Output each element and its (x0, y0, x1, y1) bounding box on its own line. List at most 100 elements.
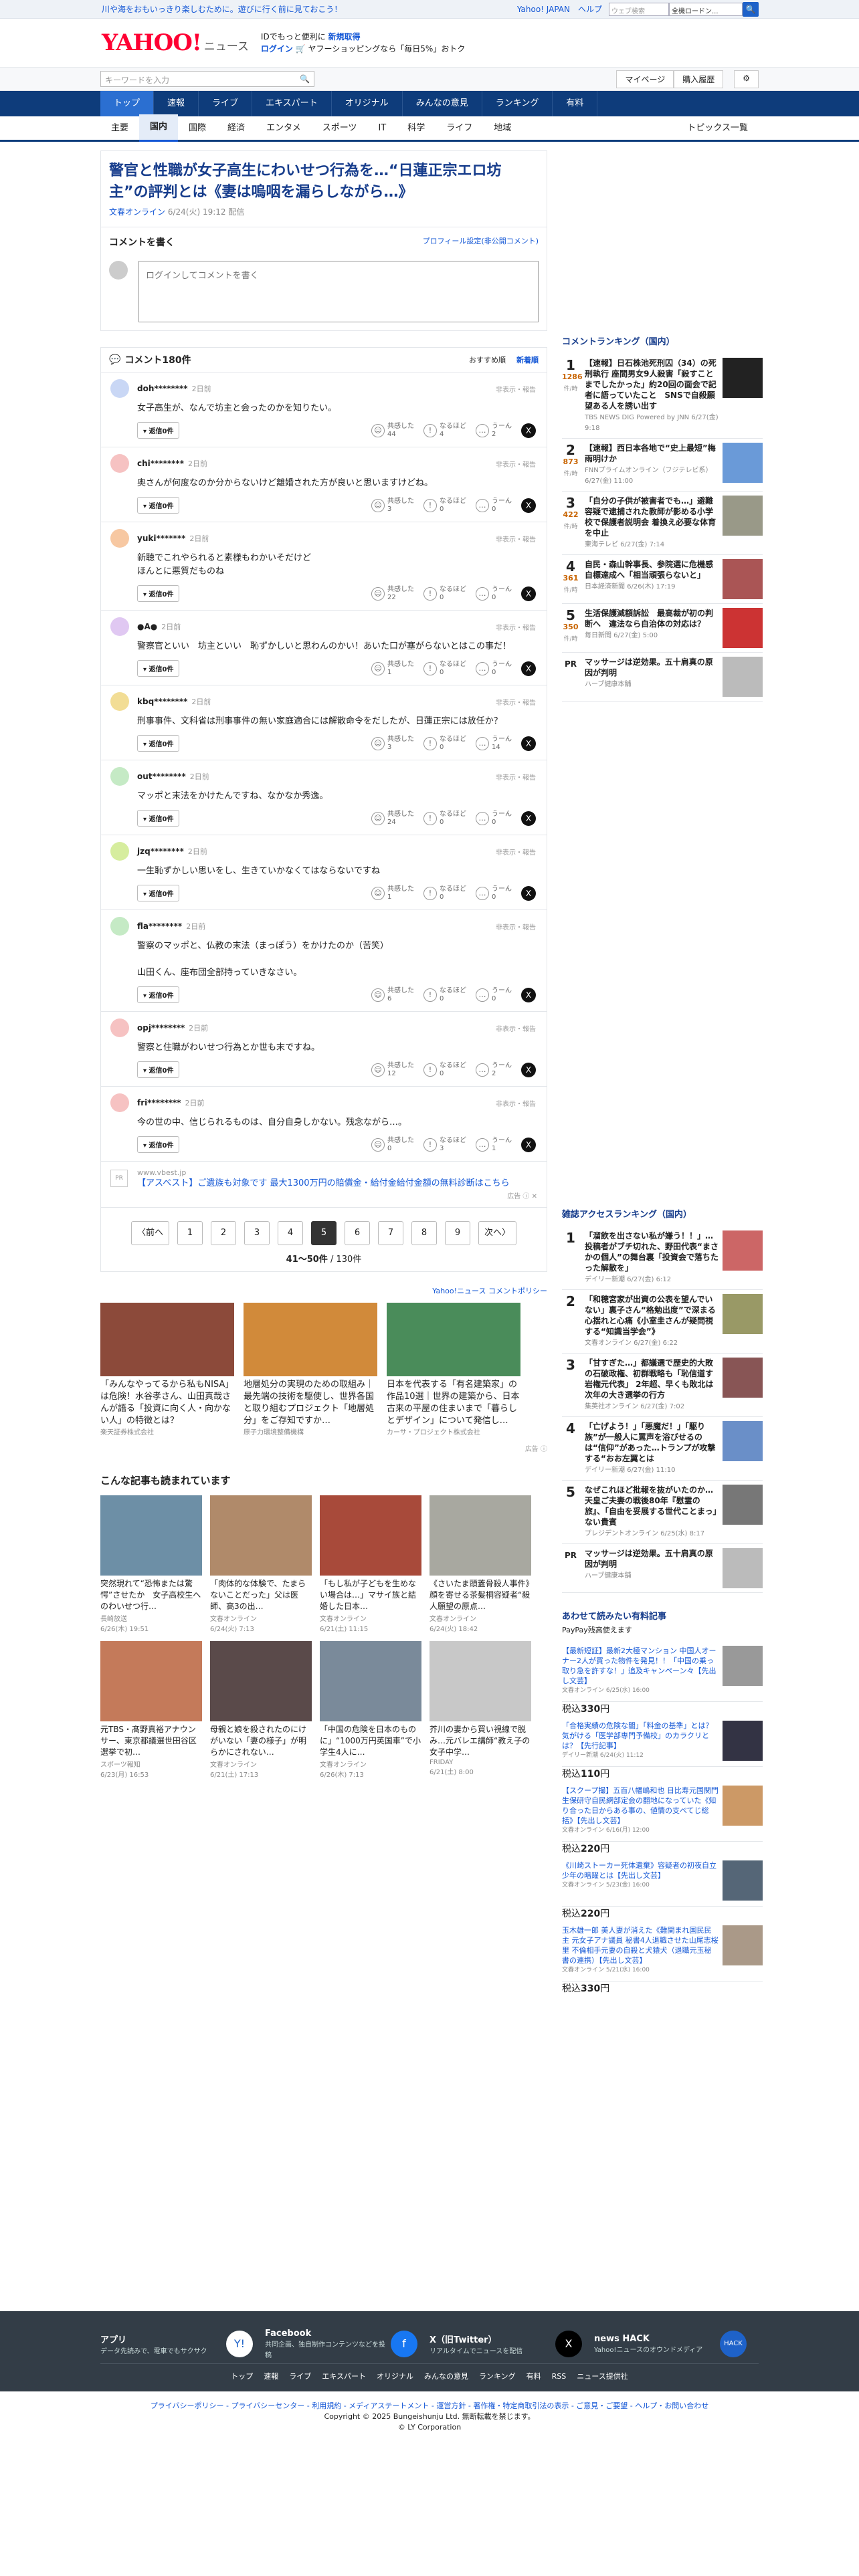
ranking-item[interactable]: 5 350 件/時 生活保護減額訴訟 最高裁が初の判断へ 違法なら自治体の対応は？ 毎日… (562, 604, 763, 653)
agree-button[interactable]: ! なるほど 0 (423, 736, 466, 752)
hmm-button[interactable]: … うーん 0 (476, 586, 512, 602)
report-link[interactable]: 非表示・報告 (496, 847, 536, 857)
hmm-button[interactable]: … うーん 0 (476, 811, 512, 827)
footer-link[interactable]: みんなの意見 (424, 2372, 468, 2381)
x-share-icon[interactable]: X (521, 1062, 536, 1077)
related-item[interactable]: 突然現れて“恐怖または驚愕”させたか 女子高校生へのわいせつ行… 長崎放送 6/26… (100, 1495, 202, 1633)
ranking-item[interactable]: 1 1286 件/時 【速報】日石株池死刑囚（34）の死刑執行 座間男女9人殺害「殺す… (562, 354, 763, 439)
x-share-icon[interactable]: X (521, 987, 536, 1002)
agree-button[interactable]: ! なるほど 4 (423, 423, 466, 439)
gnav-paid[interactable]: 有料 (553, 91, 598, 116)
footer-app-2[interactable]: X（旧Twitter） リアルタイムでニュースを配信 X (430, 2325, 594, 2363)
report-link[interactable]: 非表示・報告 (496, 1023, 536, 1033)
agree-button[interactable]: ! なるほど 0 (423, 586, 466, 602)
agree-button[interactable]: ! なるほど 0 (423, 885, 466, 901)
gnav-original[interactable]: オリジナル (332, 91, 403, 116)
comment-username[interactable]: fla******** (137, 922, 182, 931)
report-link[interactable]: 非表示・報告 (496, 1098, 536, 1108)
gnav-flash[interactable]: 速報 (154, 91, 199, 116)
ad-card[interactable]: 地層処分の実現のための取組み｜最先端の技術を駆使し、世界各国と取り組むプロジェク… (244, 1303, 377, 1439)
related-item[interactable]: 《さいたま頭蓋骨殺人事件》顔を寄せる茶髪桐容疑者“殺人願望の原点… 文春オンライン… (430, 1495, 531, 1633)
page-button[interactable]: 9 (445, 1221, 470, 1245)
report-link[interactable]: 非表示・報告 (496, 922, 536, 932)
related-title[interactable]: 「肉体的な体験で、たまらないことだった」父は医師、高3の出… (210, 1578, 312, 1613)
topbar-promo-link[interactable]: 川や海をおもいっきり楽しむために。遊びに行く前に見ておこう！ (102, 3, 342, 15)
rank-title[interactable]: 「和穂宮家が出資の公表を望んでいない」裏子さん“格勉出度”で深まる心揺れと心痛《… (585, 1294, 719, 1337)
cat-sports[interactable]: スポーツ (312, 116, 368, 141)
pr-item[interactable]: PR マッサージは逆効果。五十肩真の原因が判明 ハーブ健康本舗 (562, 1544, 763, 1593)
footer-link[interactable]: 有料 (527, 2372, 541, 2381)
reply-button[interactable]: ▾ 返信0件 (137, 497, 180, 514)
report-link[interactable]: 非表示・報告 (496, 697, 536, 707)
hmm-button[interactable]: … うーん 1 (476, 1137, 512, 1153)
login-link[interactable]: ログイン (261, 44, 293, 53)
report-link[interactable]: 非表示・報告 (496, 534, 536, 544)
search-icon[interactable]: 🔍 (743, 1, 759, 17)
report-link[interactable]: 非表示・報告 (496, 622, 536, 632)
agree-button[interactable]: ! なるほど 0 (423, 1062, 466, 1078)
rec-item[interactable]: 玉木雄一郎 美人妻が消えた《難関まれ国民民主 元女子アナ議員 秘書4人退職させた… (562, 1920, 763, 1995)
ranking-item[interactable]: 5 なぜこれほど批報を抜がいたのか…天皇ご夫妻の戦後80年『慰霊の旅』、「自由を妥… (562, 1481, 763, 1544)
hmm-button[interactable]: … うーん 0 (476, 885, 512, 901)
report-link[interactable]: 非表示・報告 (496, 459, 536, 469)
rec-title[interactable]: 【スクープ撮】五百八幡嶋和也 日比寿元国関門生保研守自民網部定会の翻地になってい… (562, 1786, 719, 1826)
gnav-live[interactable]: ライブ (199, 91, 253, 116)
empathy-button[interactable]: ☺ 共感した 3 (371, 498, 414, 514)
rank-title[interactable]: 自民・森山幹事長、参院選に危機感 自標達成へ「相当頑張らないと」 (585, 559, 721, 580)
rank-title[interactable]: 「亡げよう！」「悪魔だ！」「駆り族”が一般人に罵声を浴びせるのは“信仰”があった… (585, 1421, 719, 1464)
profile-settings-link[interactable]: プロフィール設定(非公開コメント) (423, 235, 539, 249)
web-search-input[interactable]: ウェブ検索 (609, 2, 669, 16)
comment-username[interactable]: out******** (137, 772, 186, 781)
pr-item[interactable]: PR マッサージは逆効果。五十肩真の原因が判明 ハーブ健康本舗 (562, 653, 763, 702)
comment-username[interactable]: opj******** (137, 1023, 185, 1033)
ranking-item[interactable]: 3 422 件/時 「自分の子供が被害者でも…」避難容疑で逮捕された教師が影める小学校… (562, 492, 763, 555)
cat-life[interactable]: ライフ (436, 116, 483, 141)
footer-link[interactable]: ランキング (479, 2372, 516, 2381)
page-button[interactable]: 5 (311, 1221, 337, 1245)
ranking-item[interactable]: 4 「亡げよう！」「悪魔だ！」「駆り族”が一般人に罵声を浴びせるのは“信仰”があっ… (562, 1417, 763, 1481)
empathy-button[interactable]: ☺ 共感した 44 (371, 423, 414, 439)
page-button[interactable]: 6 (345, 1221, 370, 1245)
hmm-button[interactable]: … うーん 0 (476, 661, 512, 677)
gnav-expert[interactable]: エキスパート (252, 91, 332, 116)
reply-button[interactable]: ▾ 返信0件 (137, 585, 180, 602)
report-link[interactable]: 非表示・報告 (496, 772, 536, 782)
ranking-item[interactable]: 1 「溜飲を出さない私が嫌う！！」…投稿者がブチ切れた、野田代表“まさかの個人”の… (562, 1226, 763, 1290)
pr-title[interactable]: マッサージは逆効果。五十肩真の原因が判明 (585, 1548, 719, 1570)
empathy-button[interactable]: ☺ 共感した 1 (371, 661, 414, 677)
page-button[interactable]: 4 (278, 1221, 303, 1245)
cat-international[interactable]: 国際 (178, 116, 217, 141)
ranking-item[interactable]: 2 873 件/時 【速報】西日本各地で“史上最短”梅雨明けか FNNプライムオンライン… (562, 439, 763, 492)
footer-link[interactable]: RSS (552, 2372, 567, 2381)
agree-button[interactable]: ! なるほど 0 (423, 811, 466, 827)
x-share-icon[interactable]: X (521, 423, 536, 438)
gnav-ranking[interactable]: ランキング (482, 91, 553, 116)
cat-entertainment[interactable]: エンタメ (256, 116, 312, 141)
empathy-button[interactable]: ☺ 共感した 22 (371, 586, 414, 602)
related-item[interactable]: 芥川の妻から買い視線で脱み…元バレエ講師“教え子の女子中学… FRIDAY 6/21… (430, 1641, 531, 1779)
ad-card-title[interactable]: 日本を代表する「有名建築家」の作品10選｜世界の建築から、日本古来の平屋の住まい… (387, 1379, 520, 1427)
sort-newest[interactable]: 新着順 (516, 356, 539, 364)
ranking-item[interactable]: 2 「和穂宮家が出資の公表を望んでいない」裏子さん“格勉出度”で深まる心揺れと心痛… (562, 1290, 763, 1354)
comment-username[interactable]: chi******** (137, 459, 184, 468)
footer-link[interactable]: 速報 (264, 2372, 278, 2381)
comment-textarea[interactable] (138, 261, 539, 322)
x-share-icon[interactable]: X (521, 661, 536, 676)
article-source[interactable]: 文春オンライン (109, 207, 165, 217)
topics-list-link[interactable]: トピックス一覧 (676, 116, 759, 141)
footer-link[interactable]: オリジナル (377, 2372, 413, 2381)
reply-button[interactable]: ▾ 返信0件 (137, 660, 180, 677)
rank-title[interactable]: 「溜飲を出さない私が嫌う！！」…投稿者がブチ切れた、野田代表“まさかの個人”の舞… (585, 1230, 719, 1273)
yahoo-logo[interactable]: YAHOO! ニュース (102, 29, 249, 56)
agree-button[interactable]: ! なるほど 0 (423, 661, 466, 677)
agree-button[interactable]: ! なるほど 3 (423, 1137, 466, 1153)
reply-button[interactable]: ▾ 返信0件 (137, 810, 180, 827)
empathy-button[interactable]: ☺ 共感した 6 (371, 987, 414, 1003)
ranking-item[interactable]: 3 「甘すぎた…」都議選で歴史的大敗の石破政権、初群戦略も「恥信道す岩権元代表」 … (562, 1354, 763, 1417)
footer-app-0[interactable]: アプリ データ先読みで、電車でもサクサク Y! (100, 2325, 265, 2363)
ad-label[interactable]: 広告 ⓘ ✕ (110, 1190, 537, 1200)
article-title[interactable]: 警官と性職が女子高生にわいせつ行為を…“日蓮正宗エロ坊主”の評判とは《妻は嗚咽を… (109, 160, 539, 203)
rank-title[interactable]: なぜこれほど批報を抜がいたのか…天皇ご夫妻の戦後80年『慰霊の旅』、「自由を妥展… (585, 1485, 719, 1527)
help-link[interactable]: ヘルプ (578, 3, 602, 15)
comment-username[interactable]: yuki******* (137, 534, 185, 543)
